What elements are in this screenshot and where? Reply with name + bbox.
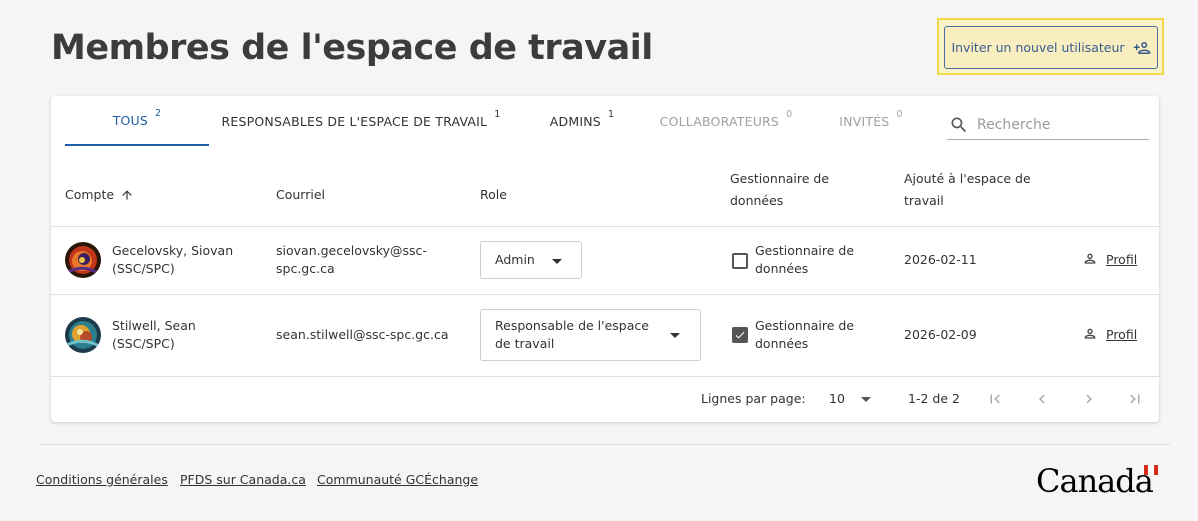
caret-down-icon bbox=[861, 397, 871, 402]
email-cell: sean.stilwell@ssc-spc.gc.ca bbox=[276, 327, 449, 342]
invite-button-highlight: Inviter un nouvel utilisateur bbox=[937, 18, 1164, 75]
previous-page-button[interactable] bbox=[1030, 387, 1054, 411]
page-range: 1-2 de 2 bbox=[908, 391, 960, 406]
tab-label: COLLABORATEURS bbox=[659, 113, 780, 129]
role-select[interactable]: Responsable de l'espace de travail bbox=[480, 309, 701, 361]
profile-link[interactable]: Profil bbox=[1082, 326, 1137, 342]
footer-link-terms[interactable]: Conditions générales bbox=[36, 472, 168, 487]
column-role: Role bbox=[480, 187, 507, 202]
role-select-value: Responsable de l'espace de travail bbox=[495, 318, 649, 351]
column-account[interactable]: Compte bbox=[65, 184, 134, 206]
tab-admins[interactable]: ADMINS 1 bbox=[542, 96, 622, 146]
avatar bbox=[65, 317, 101, 353]
rows-per-page-label: Lignes par page: bbox=[701, 391, 806, 406]
search-input[interactable] bbox=[977, 116, 1137, 133]
table-header: Compte Courriel Role Gestionnaire de don… bbox=[51, 163, 1159, 227]
tab-count: 0 bbox=[786, 108, 793, 120]
table-row: Stilwell, Sean (SSC/SPC) sean.stilwell@s… bbox=[51, 295, 1159, 377]
tab-label: RESPONSABLES DE L'ESPACE DE TRAVAIL bbox=[221, 113, 488, 129]
tab-collaborators[interactable]: COLLABORATEURS 0 bbox=[654, 96, 798, 146]
added-date: 2026-02-09 bbox=[904, 327, 977, 342]
role-select[interactable]: Admin bbox=[480, 241, 582, 279]
tab-all[interactable]: TOUS 2 bbox=[65, 96, 209, 146]
person-icon bbox=[1084, 253, 1096, 264]
table-row: Gecelovsky, Siovan (SSC/SPC) siovan.gece… bbox=[51, 227, 1159, 295]
column-added: Ajouté à l'espace de travail bbox=[904, 171, 1031, 208]
data-manager-label: Gestionnaire de données bbox=[755, 243, 855, 276]
footer-divider bbox=[40, 444, 1170, 445]
arrow-up-icon bbox=[122, 190, 132, 200]
profile-link-label: Profil bbox=[1106, 326, 1138, 342]
last-page-icon bbox=[1130, 394, 1140, 404]
tab-count: 0 bbox=[896, 108, 903, 120]
rows-per-page-value: 10 bbox=[829, 391, 845, 406]
avatar bbox=[65, 242, 101, 278]
footer-link-pfds[interactable]: PFDS sur Canada.ca bbox=[180, 472, 306, 487]
column-data-manager: Gestionnaire de données bbox=[730, 171, 830, 208]
last-page-button[interactable] bbox=[1123, 387, 1147, 411]
pagination: Lignes par page: 10 1-2 de 2 bbox=[51, 377, 1159, 422]
tab-label: ADMINS bbox=[549, 113, 601, 129]
tab-guests[interactable]: INVITÉS 0 bbox=[835, 96, 907, 146]
caret-down-icon bbox=[552, 259, 562, 264]
data-manager-checkbox[interactable] bbox=[732, 327, 748, 343]
chevron-right-icon bbox=[1086, 394, 1092, 404]
account-name: Stilwell, Sean (SSC/SPC) bbox=[112, 318, 196, 351]
tab-count: 1 bbox=[494, 108, 501, 120]
canada-flag-icon bbox=[1144, 465, 1158, 475]
profile-link[interactable]: Profil bbox=[1082, 251, 1137, 267]
person-add-icon bbox=[1133, 41, 1150, 54]
column-email: Courriel bbox=[276, 187, 325, 202]
search-icon bbox=[951, 117, 967, 132]
next-page-button[interactable] bbox=[1077, 387, 1101, 411]
footer-link-gcexchange[interactable]: Communauté GCÉchange bbox=[317, 472, 478, 487]
rows-per-page-select[interactable]: 10 bbox=[829, 387, 877, 409]
tab-count: 2 bbox=[155, 107, 162, 119]
tab-count: 1 bbox=[607, 108, 615, 120]
data-manager-checkbox[interactable] bbox=[732, 253, 748, 269]
invite-user-button[interactable]: Inviter un nouvel utilisateur bbox=[944, 26, 1158, 69]
profile-link-label: Profil bbox=[1106, 251, 1138, 267]
email-cell: siovan.gecelovsky@ssc-spc.gc.ca bbox=[276, 243, 427, 276]
first-page-icon bbox=[990, 394, 1000, 404]
person-icon bbox=[1084, 328, 1096, 339]
invite-button-label: Inviter un nouvel utilisateur bbox=[951, 40, 1125, 55]
members-card: TOUS 2 RESPONSABLES DE L'ESPACE DE TRAVAI… bbox=[51, 96, 1159, 422]
role-select-value: Admin bbox=[495, 252, 535, 267]
tab-label: INVITÉS bbox=[839, 113, 890, 129]
check-icon bbox=[735, 331, 745, 339]
data-manager-label: Gestionnaire de données bbox=[755, 318, 855, 351]
account-name: Gecelovsky, Siovan (SSC/SPC) bbox=[112, 243, 234, 276]
chevron-left-icon bbox=[1039, 394, 1045, 404]
member-tabs: TOUS 2 RESPONSABLES DE L'ESPACE DE TRAVAI… bbox=[65, 96, 945, 146]
canada-wordmark: Canada bbox=[1036, 462, 1154, 500]
tab-label: TOUS bbox=[112, 112, 149, 128]
caret-down-icon bbox=[670, 333, 680, 338]
page-title: Membres de l'espace de travail bbox=[51, 28, 653, 68]
tab-workspace-managers[interactable]: RESPONSABLES DE L'ESPACE DE TRAVAIL 1 bbox=[220, 96, 502, 146]
search-field bbox=[947, 110, 1149, 140]
added-date: 2026-02-11 bbox=[904, 252, 977, 267]
column-account-label: Compte bbox=[65, 187, 115, 202]
first-page-button[interactable] bbox=[983, 387, 1007, 411]
